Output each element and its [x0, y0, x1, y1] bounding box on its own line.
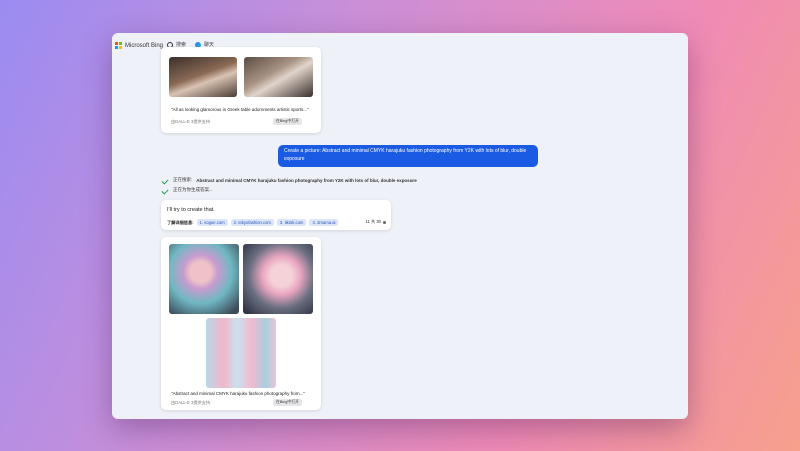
image-subcaption: 由DALL-E 3提供支持 — [171, 119, 211, 124]
check-icon — [162, 188, 169, 193]
check-icon — [162, 178, 169, 183]
learn-more-row: 了解详细信息: 1. vogue.com 2. tokyofashion.com… — [167, 219, 339, 226]
bing-logo[interactable]: Microsoft Bing — [115, 42, 163, 49]
turn-counter: 11 共 30 — [365, 219, 386, 225]
learn-more-label: 了解详细信息: — [167, 219, 194, 225]
source-link[interactable]: 1. vogue.com — [196, 219, 228, 226]
status-dot-icon — [383, 220, 386, 224]
generated-image-thumbnail[interactable] — [244, 57, 313, 97]
user-message-bubble: Create a picture: Abstract and minimal C… — [278, 145, 538, 167]
source-link[interactable]: 2. tokyofashion.com — [230, 219, 274, 226]
status-prefix: 正在搜索: — [173, 177, 193, 182]
browser-window: Microsoft Bing 搜索 聊天 "All as looking gla… — [112, 33, 688, 419]
brand-name: Microsoft Bing — [125, 42, 164, 49]
generated-image-thumbnail[interactable] — [169, 57, 237, 97]
image-caption: "All as looking glamorous in Greek table… — [171, 107, 309, 112]
generated-image[interactable] — [169, 244, 239, 314]
previous-image-result-card: "All as looking glamorous in Greek table… — [161, 47, 321, 133]
open-designer-button[interactable]: 在Bing中打开 — [273, 399, 302, 406]
bot-reply-card: I'll try to create that. 了解详细信息: 1. vogu… — [161, 200, 391, 230]
image-subcaption: 由DALL-E 3提供支持 — [171, 400, 211, 405]
microsoft-logo-icon — [115, 42, 122, 49]
image-caption: "Abstract and minimal CMYK harajuku fash… — [171, 391, 306, 396]
source-link[interactable]: 4. 2mama.ai — [309, 219, 339, 226]
status-query: Abstract and minimal CMYK harajuku fashi… — [196, 177, 417, 183]
source-link[interactable]: 3. tiktok.com — [276, 219, 307, 226]
bot-reply-text: I'll try to create that. — [167, 207, 215, 213]
search-status-line: 正在搜索: Abstract and minimal CMYK harajuku… — [162, 177, 417, 183]
open-designer-button[interactable]: 在Bing中打开 — [273, 118, 302, 125]
image-result-card: "Abstract and minimal CMYK harajuku fash… — [161, 237, 321, 410]
generating-status-line: 正在为你生成答案... — [162, 187, 213, 193]
status-generating: 正在为你生成答案... — [173, 187, 213, 192]
turn-counter-text: 11 共 30 — [365, 219, 381, 224]
generated-image[interactable] — [206, 318, 276, 388]
generated-image[interactable] — [243, 244, 313, 314]
